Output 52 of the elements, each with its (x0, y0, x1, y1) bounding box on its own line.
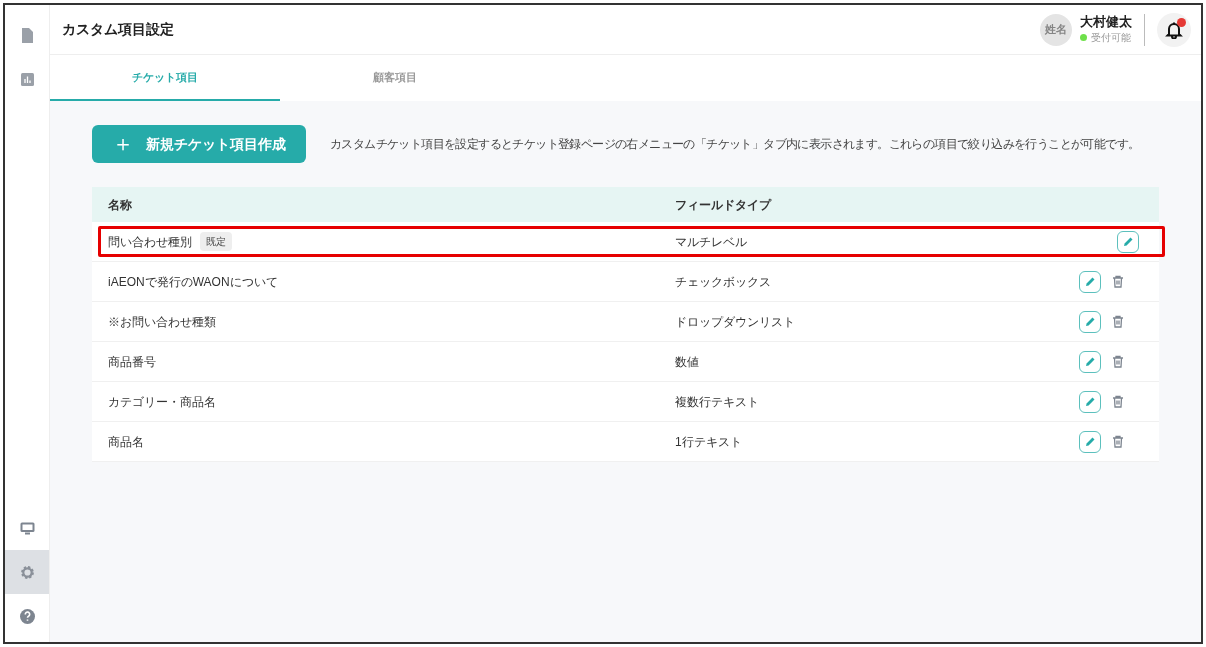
table-cell-text: ドロップダウンリスト (675, 313, 796, 331)
pencil-icon (1084, 436, 1096, 447)
plus-icon: ＋ (112, 133, 134, 155)
pencil-icon (1084, 356, 1096, 367)
bar-chart-icon (18, 70, 36, 88)
create-item-button[interactable]: ＋ 新規チケット項目作成 (92, 125, 306, 163)
table-cell-text: 商品番号 (108, 353, 156, 371)
tab[interactable]: 顧客項目 (280, 55, 510, 101)
table-cell-text: iAEONで発行のWAONについて (108, 273, 278, 291)
page-title: カスタム項目設定 (62, 20, 174, 39)
user-status: 受付可能 (1091, 31, 1131, 46)
table-cell-text: チェックボックス (675, 273, 772, 291)
delete-button[interactable] (1111, 273, 1125, 290)
delete-button[interactable] (1111, 313, 1125, 330)
avatar: 姓名 (1040, 13, 1072, 46)
bell-icon (1165, 20, 1183, 39)
delete-button[interactable] (1111, 353, 1125, 370)
pencil-icon (1122, 236, 1134, 247)
trash-icon (1112, 395, 1124, 408)
table-cell-text: ※お問い合わせ種類 (108, 313, 216, 331)
pencil-icon (1084, 396, 1096, 407)
trash-icon (1112, 435, 1124, 448)
table-cell-text: カテゴリー・商品名 (108, 393, 216, 411)
trash-icon (1112, 275, 1124, 288)
help-icon (18, 607, 36, 625)
sidebar-item[interactable] (5, 550, 49, 594)
edit-button[interactable] (1079, 350, 1101, 373)
notification-button[interactable] (1157, 12, 1191, 47)
edit-button[interactable] (1117, 230, 1139, 253)
table-cell-text: 問い合わせ種別 (108, 233, 192, 251)
edit-button[interactable] (1079, 430, 1101, 453)
table-cell-text: 1行テキスト (675, 433, 743, 451)
pencil-icon (1084, 276, 1096, 287)
description-text: カスタムチケット項目を設定するとチケット登録ページの右メニューの「チケット」タブ内に表示されます。これらの項目で絞り込みを行うことが可能です。 (330, 136, 1140, 153)
tab[interactable]: チケット項目 (50, 55, 280, 101)
table-cell-text: 商品名 (108, 433, 144, 451)
trash-icon (1112, 315, 1124, 328)
user-name: 大村健太 (1080, 13, 1132, 31)
pencil-icon (1084, 316, 1096, 327)
column-header: 名称 (108, 196, 133, 214)
trash-icon (1112, 355, 1124, 368)
table-cell-text: 複数行テキスト (675, 393, 760, 411)
delete-button[interactable] (1111, 433, 1125, 450)
edit-button[interactable] (1079, 310, 1101, 333)
edit-button[interactable] (1079, 270, 1101, 293)
default-tag: 既定 (200, 232, 232, 251)
settings-icon (18, 563, 36, 581)
delete-button[interactable] (1111, 393, 1125, 410)
table-cell-text: 数値 (675, 353, 700, 371)
column-header: フィールドタイプ (675, 196, 771, 214)
edit-button[interactable] (1079, 390, 1101, 413)
table-cell-text: マルチレベル (675, 233, 748, 251)
